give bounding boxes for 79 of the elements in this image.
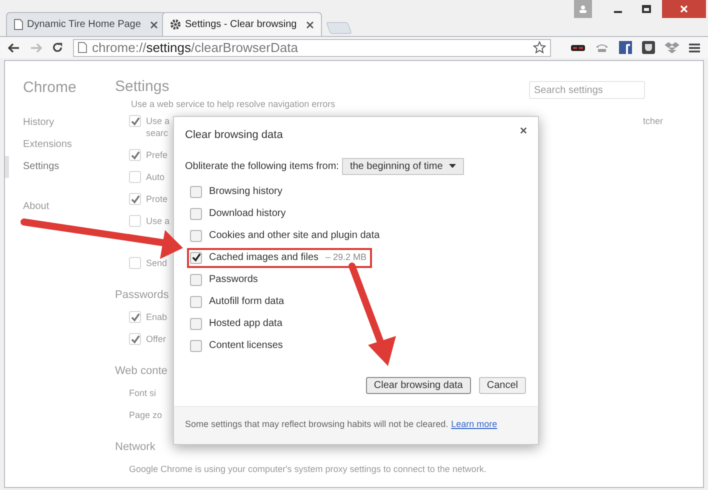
checked-checkbox[interactable] [129,311,141,323]
checked-checkbox[interactable] [129,115,141,127]
time-range-select[interactable]: the beginning of time [342,158,464,174]
close-window-button[interactable] [662,0,706,18]
profile-button[interactable] [574,0,592,18]
page-icon [78,42,87,53]
section-heading: Network [115,440,156,455]
option-label[interactable]: Hosted app data [209,316,282,331]
setting-text: Font si [128,387,156,400]
checkbox[interactable] [129,171,141,183]
star-icon[interactable] [533,41,546,54]
tab-title: Dynamic Tire Home Page [27,18,141,32]
checked-checkbox[interactable] [129,149,141,161]
close-icon [680,5,688,13]
setting-label: searc [146,127,168,139]
checkbox[interactable] [129,215,141,227]
setting-label: Prefe [146,149,168,161]
browser-tab[interactable]: Dynamic Tire Home Page [6,12,166,36]
checkbox[interactable] [129,257,141,269]
setting-text: Use a web service to help resolve navigation errors [130,99,336,110]
checked-checkbox[interactable] [129,193,141,205]
setting-label: Enab [146,311,168,323]
checkbox[interactable] [190,340,202,352]
learn-more-link[interactable]: Learn more [451,418,498,432]
checkbox[interactable] [190,186,202,198]
setting-label: Auto [146,171,165,183]
clear-data-button[interactable]: Clear browsing data [366,376,471,394]
setting-label: Use a [146,215,170,227]
checkbox[interactable] [190,274,202,286]
page-title: Settings [115,76,170,97]
sidebar-title: Chrome [22,78,76,98]
tab-title: Settings - Clear browsing [185,18,297,32]
gear-icon [170,19,181,30]
browser-tab[interactable]: Settings - Clear browsing [162,12,322,36]
box-icon[interactable] [665,42,679,54]
checked-checkbox[interactable] [190,252,202,264]
person-icon [579,5,587,13]
facebook-icon[interactable] [619,41,632,54]
section-heading: Passwords [115,288,169,303]
footer-text: Some settings that may reflect browsing habits will not be cleared. [185,418,448,432]
option-label[interactable]: Cookies and other site and plugin data [209,228,380,243]
option-label[interactable]: Content licenses [209,338,283,353]
setting-label: Send [146,257,168,269]
menu-icon[interactable] [689,42,700,52]
close-icon[interactable] [520,127,527,134]
setting-text: Page zo [128,409,162,422]
option-label[interactable]: Download history [209,206,286,221]
close-icon[interactable] [150,20,158,28]
reload-icon[interactable] [52,42,63,53]
page-icon [14,19,23,30]
option-label[interactable]: Cached images and files [209,250,319,265]
setting-label: Use a [146,115,170,127]
option-label[interactable]: Passwords [209,272,258,287]
dialog-title: Clear browsing data [185,128,283,143]
setting-text: Google Chrome is using your computer's system proxy settings to connect to the network. [128,463,486,476]
option-label[interactable]: Autofill form data [209,294,284,309]
phone-icon[interactable] [595,42,609,52]
address-bar[interactable]: chrome://settings/clearBrowserData [73,38,551,56]
setting-label: tcher [642,115,663,128]
option-label[interactable]: Browsing history [209,184,282,199]
from-label: Obliterate the following items from: [185,160,339,174]
cancel-button[interactable]: Cancel [478,376,526,394]
checkbox[interactable] [190,230,202,242]
shield-icon[interactable] [642,41,655,54]
cache-size: – 29.2 MB [326,250,367,264]
checkbox[interactable] [190,296,202,308]
setting-label: Prote [146,193,168,205]
sidebar-item[interactable]: Settings [23,156,60,178]
mask-icon[interactable] [571,44,585,52]
setting-label: Offer [146,333,166,345]
back-arrow-icon[interactable] [8,42,20,52]
close-icon[interactable] [306,20,314,28]
checkbox[interactable] [190,208,202,220]
checkbox[interactable] [190,318,202,330]
section-heading: Web conte [115,364,168,379]
caret-icon [448,164,456,168]
url-text: chrome://settings/clearBrowserData [92,38,298,57]
search-field[interactable]: Search settings [529,81,645,99]
checked-checkbox[interactable] [129,333,141,345]
